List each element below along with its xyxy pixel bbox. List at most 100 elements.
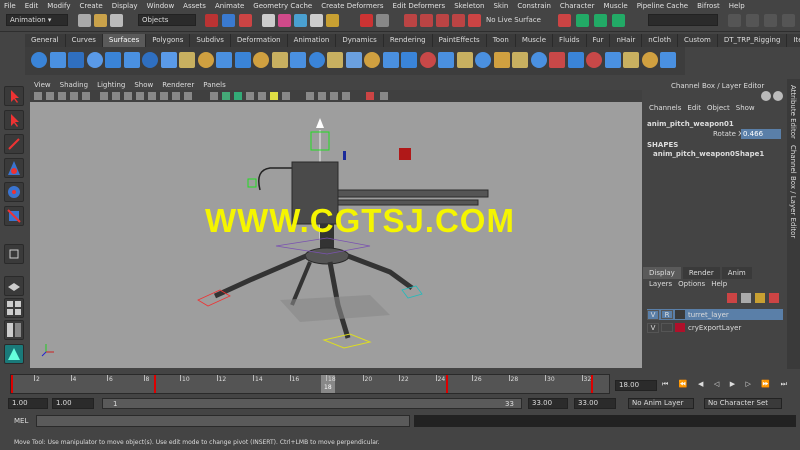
shelf-tab-dt-trp-rigging[interactable]: DT_TRP_Rigging (717, 34, 788, 47)
surface-tool-icon[interactable] (327, 52, 343, 68)
surface-tool-icon[interactable] (530, 52, 547, 68)
layer-name[interactable]: turret_layer (688, 311, 729, 319)
shelf-tab-general[interactable]: General (25, 34, 66, 47)
surface-tool-icon[interactable] (438, 52, 454, 68)
menu-item-edit[interactable]: Edit (25, 2, 39, 10)
layer-color-swatch[interactable] (675, 310, 685, 319)
surface-tool-icon[interactable] (364, 52, 380, 68)
input-line-field[interactable] (648, 14, 718, 26)
mask-icon[interactable] (278, 14, 291, 27)
layer-tab-anim[interactable]: Anim (721, 267, 752, 279)
shelf-tab-item[interactable]: Item (787, 34, 800, 47)
character-set-dropdown[interactable]: No Character Set (704, 398, 782, 409)
shelf-tab-dynamics[interactable]: Dynamics (336, 34, 384, 47)
step-back-frame-icon[interactable]: ◀ (698, 380, 703, 391)
mel-label[interactable]: MEL (14, 417, 28, 425)
surface-tool-icon[interactable] (660, 52, 676, 68)
shelf-tab-polygons[interactable]: Polygons (146, 34, 191, 47)
menu-item-skin[interactable]: Skin (493, 2, 508, 10)
command-input[interactable] (36, 415, 410, 427)
object-name[interactable]: anim_pitch_weapon01 (647, 120, 734, 128)
surface-tool-icon[interactable] (512, 52, 528, 68)
viewport-menu-panels[interactable]: Panels (203, 81, 226, 89)
go-to-start-icon[interactable]: ⏮ (662, 380, 668, 391)
layer-menu-help[interactable]: Help (711, 280, 727, 291)
rotate-tool-icon[interactable] (4, 182, 24, 202)
shelf-tab-fluids[interactable]: Fluids (553, 34, 587, 47)
menu-item-modify[interactable]: Modify (47, 2, 70, 10)
open-scene-icon[interactable] (94, 14, 107, 27)
viewport-menu-lighting[interactable]: Lighting (97, 81, 125, 89)
snap-tool-icon[interactable] (4, 244, 24, 264)
channel-menu-channels[interactable]: Channels (649, 104, 681, 115)
layout-single-icon[interactable] (4, 276, 24, 296)
sidebar-icon[interactable] (782, 14, 795, 27)
surface-tool-icon[interactable] (105, 52, 121, 68)
shape-name[interactable]: anim_pitch_weapon0Shape1 (653, 150, 764, 158)
channel-menu-show[interactable]: Show (736, 104, 755, 115)
scale-tool-icon[interactable] (4, 206, 24, 226)
new-layer-icon[interactable] (727, 293, 737, 303)
surface-tool-icon[interactable] (179, 52, 195, 68)
menu-item-help[interactable]: Help (729, 2, 745, 10)
layer-render-toggle[interactable]: R (661, 310, 673, 319)
shelf-tab-deformation[interactable]: Deformation (230, 34, 288, 47)
current-frame-field[interactable]: 18.00 (615, 380, 657, 391)
playback-start-field[interactable]: 1.00 (52, 398, 94, 409)
select-component-icon[interactable] (239, 14, 252, 27)
ipr-render-icon[interactable] (594, 14, 607, 27)
mask-icon[interactable] (262, 14, 275, 27)
play-backward-icon[interactable]: ◁ (714, 380, 719, 391)
layer-tab-render[interactable]: Render (682, 267, 720, 279)
lock-icon[interactable] (360, 14, 373, 27)
surface-tool-icon[interactable] (623, 52, 639, 68)
attribute-editor-tab[interactable]: Attribute Editor (789, 85, 797, 139)
shelf-tab-surfaces[interactable]: Surfaces (102, 34, 147, 47)
shelf-tab-subdivs[interactable]: Subdivs (190, 34, 231, 47)
shelf-tab-rendering[interactable]: Rendering (383, 34, 433, 47)
surface-tool-icon[interactable] (142, 52, 158, 68)
menu-item-constrain[interactable]: Constrain (517, 2, 551, 10)
layer-menu-options[interactable]: Options (678, 280, 705, 291)
playback-end-field[interactable]: 33.00 (528, 398, 568, 409)
surface-tool-icon[interactable] (123, 52, 140, 68)
surface-tool-icon[interactable] (234, 52, 251, 68)
attr-value-field[interactable]: 0.466 (741, 129, 781, 139)
shelf-tab-toon[interactable]: Toon (486, 34, 516, 47)
paint-select-icon[interactable] (4, 134, 24, 154)
highlight-icon[interactable] (376, 14, 389, 27)
surface-tool-icon[interactable] (456, 52, 473, 68)
surface-tool-icon[interactable] (31, 52, 47, 68)
sidebar-icon[interactable] (728, 14, 741, 27)
end-time-field[interactable]: 33.00 (574, 398, 616, 409)
step-back-key-icon[interactable]: ⏪ (679, 380, 688, 391)
mask-icon[interactable] (310, 14, 323, 27)
surface-tool-icon[interactable] (160, 52, 177, 68)
help-icon[interactable] (761, 91, 771, 101)
save-scene-icon[interactable] (110, 14, 123, 27)
surface-tool-icon[interactable] (253, 52, 269, 68)
layer-visibility-toggle[interactable]: V (647, 322, 659, 333)
toggle-icon[interactable] (773, 91, 783, 101)
viewport-menu-show[interactable]: Show (134, 81, 153, 89)
sidebar-icon[interactable] (764, 14, 777, 27)
snap-view-icon[interactable] (452, 14, 465, 27)
surface-tool-icon[interactable] (197, 52, 214, 68)
new-scene-icon[interactable] (78, 14, 91, 27)
shelf-tab-fur[interactable]: Fur (586, 34, 611, 47)
surface-tool-icon[interactable] (567, 52, 584, 68)
mask-icon[interactable] (294, 14, 307, 27)
play-forward-icon[interactable]: ▶ (730, 380, 735, 391)
menu-item-muscle[interactable]: Muscle (603, 2, 627, 10)
menu-item-file[interactable]: File (4, 2, 16, 10)
shelf-tab-muscle[interactable]: Muscle (515, 34, 554, 47)
surface-tool-icon[interactable] (86, 52, 103, 68)
render-icon[interactable] (576, 14, 589, 27)
snap-point-icon[interactable] (436, 14, 449, 27)
time-slider[interactable]: 18 2 4 6 8 10 12 14 16 18 20 22 24 26 28 30 32 (10, 374, 610, 394)
menu-item-bifrost[interactable]: Bifrost (697, 2, 720, 10)
surface-tool-icon[interactable] (68, 52, 84, 68)
new-layer-selected-icon[interactable] (741, 293, 751, 303)
menu-item-assets[interactable]: Assets (183, 2, 206, 10)
sidebar-icon[interactable] (746, 14, 759, 27)
